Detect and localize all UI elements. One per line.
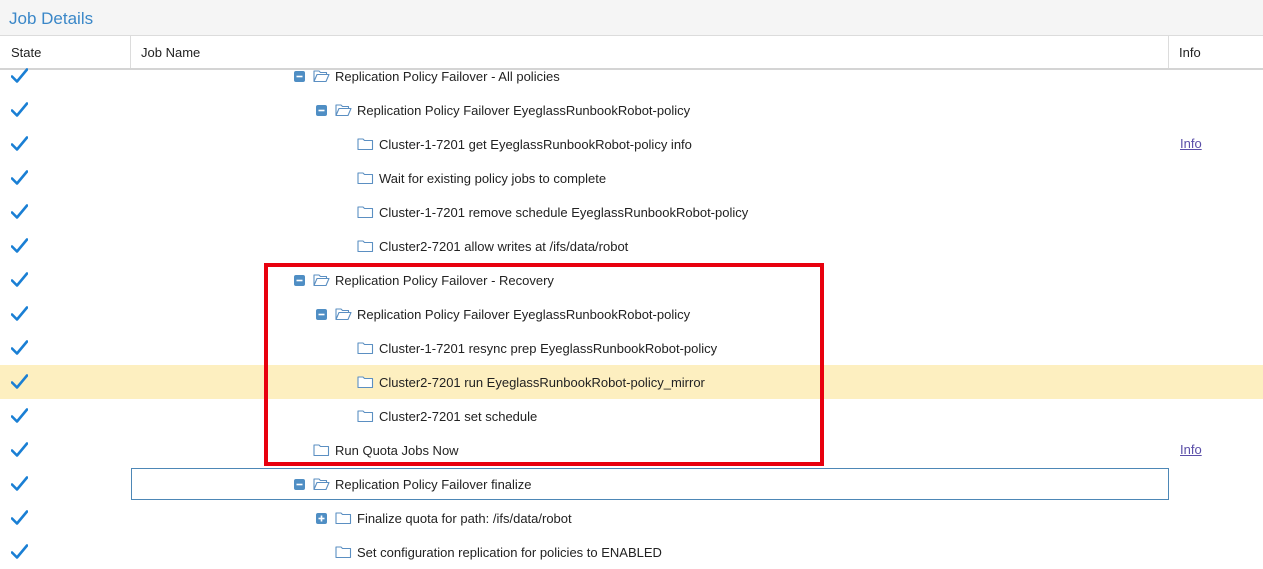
job-name-label: Replication Policy Failover EyeglassRunb…	[357, 306, 691, 322]
table-row[interactable]: Cluster2-7201 set schedule	[0, 399, 1263, 433]
table-row[interactable]: Cluster2-7201 allow writes at /ifs/data/…	[0, 229, 1263, 263]
tree-node[interactable]: Cluster2-7201 run EyeglassRunbookRobot-p…	[357, 373, 705, 391]
checkmark-icon	[11, 476, 28, 491]
table-row[interactable]: Cluster-1-7201 get EyeglassRunbookRobot-…	[0, 127, 1263, 161]
folder-open-icon	[335, 104, 352, 117]
tree-node[interactable]: Wait for existing policy jobs to complet…	[357, 169, 606, 187]
table-row[interactable]: Replication Policy Failover - Recovery	[0, 263, 1263, 297]
table-row[interactable]: Cluster-1-7201 resync prep EyeglassRunbo…	[0, 331, 1263, 365]
tree-node[interactable]: Run Quota Jobs Now	[313, 441, 459, 459]
table-row[interactable]: Wait for existing policy jobs to complet…	[0, 161, 1263, 195]
collapse-icon[interactable]	[294, 70, 305, 82]
job-name-label: Replication Policy Failover - All polici…	[335, 68, 560, 84]
folder-icon	[357, 172, 374, 185]
folder-icon	[335, 546, 352, 559]
tree-node[interactable]: Replication Policy Failover EyeglassRunb…	[316, 101, 690, 119]
checkmark-icon	[11, 544, 28, 559]
table-row[interactable]: Run Quota Jobs Now Info	[0, 433, 1263, 467]
checkmark-icon	[11, 340, 28, 355]
folder-icon	[335, 512, 352, 525]
folder-open-icon	[313, 70, 330, 83]
folder-open-icon	[313, 274, 330, 287]
checkmark-icon	[11, 442, 28, 457]
checkmark-icon	[11, 68, 28, 83]
checkmark-icon	[11, 170, 28, 185]
checkmark-icon	[11, 238, 28, 253]
folder-open-icon	[313, 478, 330, 491]
checkmark-icon	[11, 374, 28, 389]
panel-header: Job Details	[0, 0, 1263, 36]
checkmark-icon	[11, 136, 28, 151]
tree-node[interactable]: Replication Policy Failover EyeglassRunb…	[316, 305, 690, 323]
checkmark-icon	[11, 204, 28, 219]
job-name-label: Cluster2-7201 allow writes at /ifs/data/…	[379, 238, 629, 254]
tree-node[interactable]: Replication Policy Failover - All polici…	[294, 67, 560, 85]
job-name-label: Finalize quota for path: /ifs/data/robot	[357, 510, 572, 526]
job-name-label: Replication Policy Failover EyeglassRunb…	[357, 102, 691, 118]
folder-icon	[357, 410, 374, 423]
job-name-label: Wait for existing policy jobs to complet…	[379, 170, 607, 186]
tree-node[interactable]: Replication Policy Failover - Recovery	[294, 271, 554, 289]
table-row[interactable]: Replication Policy Failover finalize	[0, 467, 1263, 501]
table-row[interactable]: Set configuration replication for polici…	[0, 535, 1263, 569]
collapse-icon[interactable]	[294, 274, 305, 286]
tree-node[interactable]: Cluster-1-7201 remove schedule EyeglassR…	[357, 203, 748, 221]
job-name-label: Cluster2-7201 run EyeglassRunbookRobot-p…	[379, 374, 705, 390]
tree-node[interactable]: Replication Policy Failover finalize	[294, 475, 532, 493]
tree-node[interactable]: Cluster-1-7201 get EyeglassRunbookRobot-…	[357, 135, 692, 153]
folder-icon	[357, 342, 374, 355]
folder-icon	[357, 138, 374, 151]
table-row[interactable]: Replication Policy Failover EyeglassRunb…	[0, 297, 1263, 331]
job-tree: Replication Policy Failover - All polici…	[0, 59, 1263, 569]
tree-node[interactable]: Cluster2-7201 set schedule	[357, 407, 537, 425]
checkmark-icon	[11, 272, 28, 287]
job-name-label: Replication Policy Failover finalize	[335, 476, 532, 492]
table-row[interactable]: Cluster-1-7201 remove schedule EyeglassR…	[0, 195, 1263, 229]
job-name-label: Set configuration replication for polici…	[357, 544, 662, 560]
folder-open-icon	[335, 308, 352, 321]
folder-icon	[357, 376, 374, 389]
job-name-label: Run Quota Jobs Now	[335, 442, 459, 458]
tree-node[interactable]: Finalize quota for path: /ifs/data/robot	[316, 509, 572, 527]
tree-node[interactable]: Set configuration replication for polici…	[335, 543, 662, 561]
collapse-icon[interactable]	[316, 104, 327, 116]
job-name-label: Replication Policy Failover - Recovery	[335, 272, 554, 288]
info-link[interactable]: Info	[1180, 442, 1202, 457]
checkmark-icon	[11, 408, 28, 423]
tree-node[interactable]: Cluster-1-7201 resync prep EyeglassRunbo…	[357, 339, 717, 357]
table-row[interactable]: Finalize quota for path: /ifs/data/robot	[0, 501, 1263, 535]
table-row[interactable]: Replication Policy Failover - All polici…	[0, 59, 1263, 93]
job-name-label: Cluster-1-7201 remove schedule EyeglassR…	[379, 204, 749, 220]
checkmark-icon	[11, 510, 28, 525]
folder-icon	[357, 206, 374, 219]
collapse-icon[interactable]	[294, 478, 305, 490]
job-name-label: Cluster-1-7201 resync prep EyeglassRunbo…	[379, 340, 718, 356]
panel-title: Job Details	[9, 9, 94, 28]
job-name-label: Cluster2-7201 set schedule	[379, 408, 538, 424]
expand-icon[interactable]	[316, 512, 327, 524]
checkmark-icon	[11, 306, 28, 321]
folder-icon	[357, 240, 374, 253]
job-name-label: Cluster-1-7201 get EyeglassRunbookRobot-…	[379, 136, 692, 152]
table-row[interactable]: Replication Policy Failover EyeglassRunb…	[0, 93, 1263, 127]
info-link[interactable]: Info	[1180, 136, 1202, 151]
folder-icon	[313, 444, 330, 457]
table-row[interactable]: Cluster2-7201 run EyeglassRunbookRobot-p…	[0, 365, 1263, 399]
tree-node[interactable]: Cluster2-7201 allow writes at /ifs/data/…	[357, 237, 628, 255]
checkmark-icon	[11, 102, 28, 117]
collapse-icon[interactable]	[316, 308, 327, 320]
